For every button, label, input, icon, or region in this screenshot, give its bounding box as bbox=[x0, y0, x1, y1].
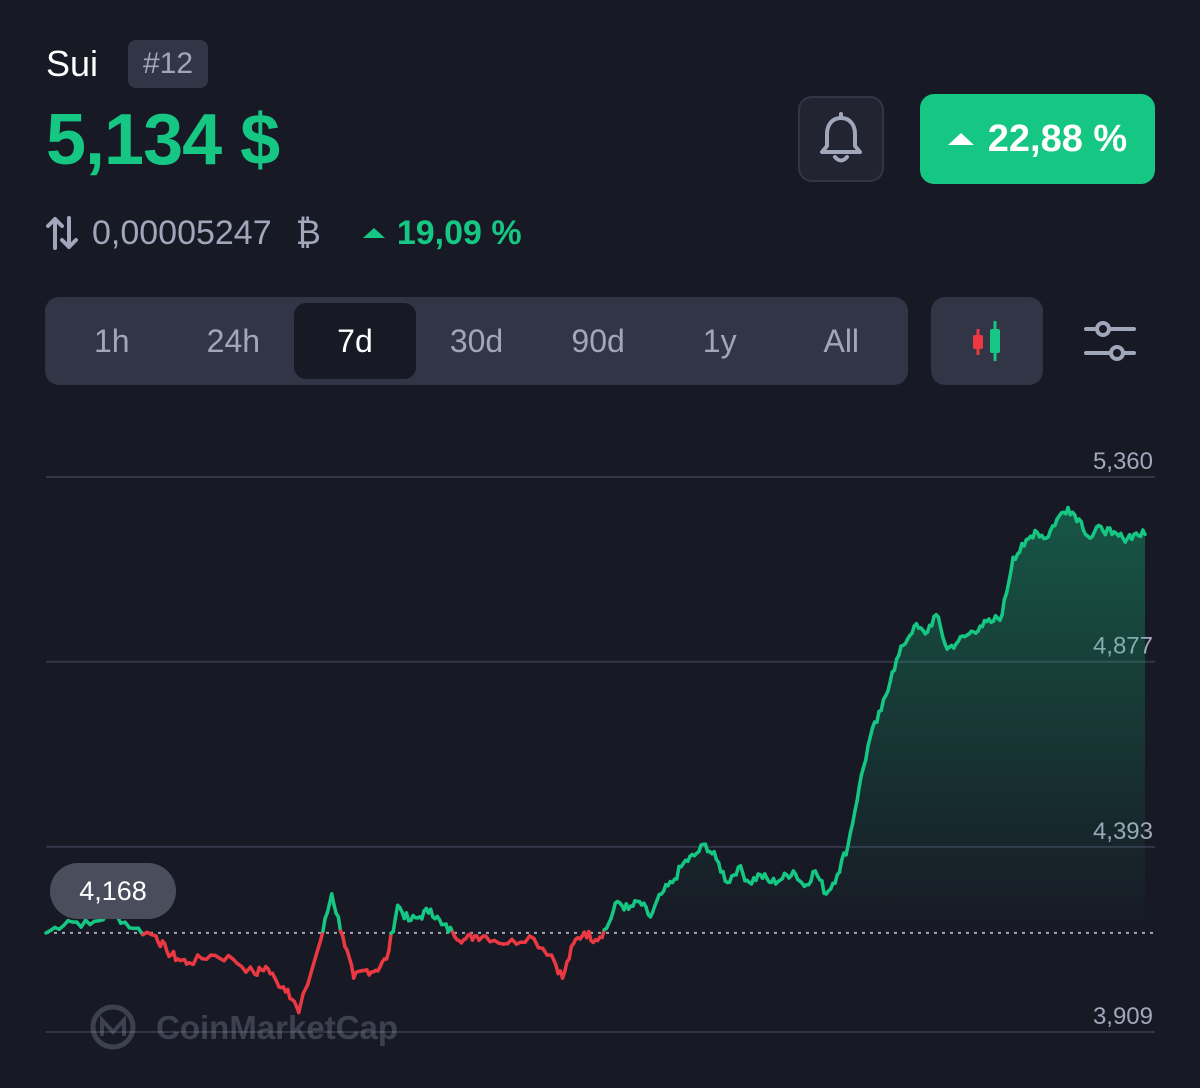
price-line-segment bbox=[855, 785, 862, 803]
chart-settings-button[interactable] bbox=[1082, 316, 1138, 366]
price-line-segment bbox=[846, 830, 853, 846]
rank-badge: #12 bbox=[128, 40, 208, 88]
btc-price-row: 0,00005247 ₿ 19,09 % bbox=[46, 210, 522, 256]
price-line-segment bbox=[321, 916, 327, 933]
price-line-segment bbox=[1009, 555, 1015, 573]
price-change-badge[interactable]: 22,88 % bbox=[920, 94, 1155, 184]
price-line-segment bbox=[837, 858, 844, 874]
tab-1y[interactable]: 1y bbox=[659, 303, 781, 379]
candlestick-icon bbox=[973, 321, 1000, 361]
price-line-segment bbox=[567, 944, 574, 961]
sliders-icon bbox=[1084, 321, 1136, 361]
price-alert-button[interactable] bbox=[798, 96, 884, 182]
price-line-segment bbox=[857, 772, 864, 789]
up-triangle-icon bbox=[947, 133, 974, 145]
price-chart[interactable]: 5,3604,8774,3933,909CoinMarketCap4,168 bbox=[0, 430, 1200, 1088]
bell-icon bbox=[820, 112, 862, 163]
btc-change-value: 19,09 % bbox=[396, 213, 522, 252]
tab-90d[interactable]: 90d bbox=[537, 303, 659, 379]
coinmarketcap-logo-icon bbox=[90, 1004, 136, 1050]
price-line-segment bbox=[391, 915, 398, 934]
swap-arrows-icon[interactable] bbox=[46, 215, 78, 251]
price-area-fill bbox=[46, 507, 1145, 933]
tab-1h[interactable]: 1h bbox=[51, 303, 173, 379]
btc-symbol: ₿ bbox=[295, 213, 321, 252]
price-line-segment bbox=[310, 952, 319, 972]
price-line-segment bbox=[336, 915, 343, 933]
price-line-segment bbox=[314, 938, 323, 957]
price-change-value: 22,88 % bbox=[987, 117, 1128, 160]
btc-price-value: 0,00005247 bbox=[92, 213, 272, 252]
y-tick-label: 5,360 bbox=[1093, 448, 1153, 475]
price-value: 5,134 $ bbox=[46, 100, 280, 180]
baseline-label: 4,168 bbox=[79, 876, 147, 906]
price-line-segment bbox=[1141, 528, 1147, 537]
price-line-segment bbox=[864, 744, 870, 762]
price-line-segment bbox=[675, 864, 681, 881]
price-line-segment bbox=[305, 967, 314, 987]
price-line-segment bbox=[820, 879, 826, 895]
price-line-segment bbox=[1000, 597, 1007, 617]
tab-30d[interactable]: 30d bbox=[416, 303, 538, 379]
coinmarketcap-watermark: CoinMarketCap bbox=[90, 1004, 398, 1050]
price-line-segment bbox=[850, 809, 857, 826]
watermark-text: CoinMarketCap bbox=[156, 1009, 398, 1046]
y-tick-label: 3,909 bbox=[1093, 1003, 1153, 1030]
candlestick-toggle-button[interactable] bbox=[931, 297, 1043, 385]
tab-7d[interactable]: 7d bbox=[294, 303, 416, 379]
tab-24h[interactable]: 24h bbox=[173, 303, 295, 379]
tab-all[interactable]: All bbox=[780, 303, 902, 379]
price-line-segment bbox=[387, 931, 393, 953]
time-range-selector: 1h 24h 7d 30d 90d 1y All bbox=[45, 297, 908, 385]
up-triangle-icon bbox=[362, 228, 385, 238]
coin-name: Sui bbox=[46, 43, 99, 84]
